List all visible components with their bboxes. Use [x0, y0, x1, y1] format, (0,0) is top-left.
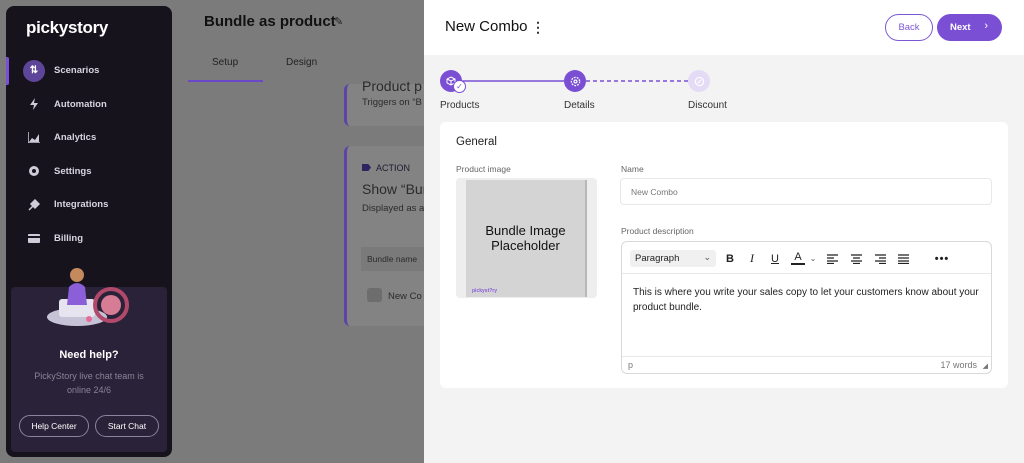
sidebar-item-analytics[interactable]: Analytics: [6, 121, 172, 155]
step-discount-label: Discount: [688, 100, 727, 111]
step-details-icon[interactable]: [564, 70, 586, 92]
sidebar-item-label: Settings: [54, 165, 92, 177]
editor-statusbar: p 17 words ◢: [622, 356, 991, 373]
placeholder-brand: pickyst?ry: [472, 288, 498, 294]
panel-title: New Combo: [445, 18, 528, 35]
card-icon: [26, 230, 42, 246]
trigger-card[interactable]: Product p Triggers on “B: [344, 78, 434, 126]
edit-icon[interactable]: ✎: [334, 15, 343, 28]
help-title: Need help?: [59, 349, 119, 361]
sidebar-item-label: Automation: [54, 98, 107, 110]
trigger-card-title: Product p: [362, 78, 422, 94]
bold-icon[interactable]: B: [723, 250, 737, 267]
text-color-icon[interactable]: A: [791, 250, 805, 265]
sidebar-item-automation[interactable]: Automation: [6, 88, 172, 122]
italic-icon[interactable]: I: [745, 250, 759, 267]
sidebar-item-label: Analytics: [54, 132, 97, 144]
sidebar-item-label: Integrations: [54, 199, 109, 211]
step-products-label: Products: [440, 100, 480, 111]
placeholder-text: Bundle Image Placeholder: [485, 223, 566, 253]
more-tools-icon[interactable]: •••: [934, 250, 950, 267]
chevron-down-icon: ⌄: [703, 252, 711, 262]
scenarios-icon: ⇅: [23, 59, 45, 82]
word-count: 17 words: [940, 360, 977, 370]
chevron-down-icon[interactable]: ⌄: [808, 250, 818, 267]
gear-icon: [26, 163, 42, 179]
bundle-row-name[interactable]: New Co: [388, 291, 422, 302]
pickystory-logo: pickystory: [26, 18, 109, 37]
format-select-value: Paragraph: [635, 253, 680, 264]
underline-icon[interactable]: U: [768, 250, 782, 267]
description-editor: Paragraph ⌄ B I U A ⌄ ••• This is where …: [621, 241, 992, 374]
step-discount-icon[interactable]: [688, 70, 710, 92]
help-box: Need help? PickyStory live chat team is …: [11, 268, 167, 452]
align-left-icon[interactable]: [825, 250, 839, 267]
bundle-image-placeholder: Bundle Image Placeholder pickyst?ry: [466, 180, 587, 297]
sidebar-item-integrations[interactable]: Integrations: [6, 188, 172, 222]
panel-header: New Combo ⋮ Back Next ›: [424, 0, 1024, 55]
sidebar-item-settings[interactable]: Settings: [6, 155, 172, 189]
help-center-button[interactable]: Help Center: [19, 415, 89, 437]
bundle-thumbnail: [367, 288, 382, 302]
back-button[interactable]: Back: [885, 14, 933, 41]
tag-icon: [362, 164, 371, 171]
next-button[interactable]: Next ›: [937, 14, 1002, 41]
action-card[interactable]: ACTION Show “Bun Displayed as a Bundle n…: [344, 146, 437, 326]
product-image-label: Product image: [456, 164, 511, 174]
general-title: General: [456, 136, 497, 148]
help-subtitle: PickyStory live chat team is online 24/6: [34, 371, 144, 395]
tab-setup[interactable]: Setup: [212, 57, 238, 68]
description-label: Product description: [621, 226, 694, 236]
tab-design[interactable]: Design: [286, 57, 317, 68]
element-path[interactable]: p: [628, 360, 633, 370]
name-label: Name: [621, 164, 644, 174]
more-options-icon[interactable]: ⋮: [531, 19, 545, 36]
next-button-label: Next: [950, 22, 971, 33]
active-tab-indicator: [188, 80, 263, 82]
name-field[interactable]: New Combo: [620, 178, 992, 205]
sidebar-item-scenarios[interactable]: ⇅ Scenarios: [6, 54, 172, 88]
step-details-label: Details: [564, 100, 595, 111]
align-center-icon[interactable]: [849, 250, 863, 267]
sidebar-item-label: Scenarios: [54, 65, 100, 77]
sidebar-nav: ⇅ Scenarios Automation Analytics Setting…: [6, 54, 172, 255]
resize-handle-icon[interactable]: ◢: [983, 362, 988, 370]
align-justify-icon[interactable]: [896, 250, 910, 267]
chart-icon: [26, 130, 42, 146]
action-card-subtitle: Displayed as a: [362, 203, 425, 214]
sidebar: pickystory ⇅ Scenarios Automation Analyt…: [6, 6, 172, 457]
action-card-title: Show “Bun: [362, 181, 431, 197]
step-check-icon: ✓: [453, 80, 466, 93]
action-tag: ACTION: [362, 163, 410, 173]
lightning-icon: [26, 96, 42, 112]
trigger-card-subtitle: Triggers on “B: [362, 97, 422, 108]
page-title: Bundle as product: [204, 13, 336, 30]
product-image-upload[interactable]: Bundle Image Placeholder pickyst?ry: [456, 178, 597, 298]
chevron-right-icon: ›: [984, 20, 988, 32]
general-card: General Product image Bundle Image Place…: [440, 122, 1008, 388]
column-header-bundle-name: Bundle name: [367, 254, 418, 264]
sidebar-item-label: Billing: [54, 232, 84, 244]
description-text[interactable]: This is where you write your sales copy …: [633, 285, 983, 315]
editor-toolbar: Paragraph ⌄ B I U A ⌄ •••: [622, 242, 991, 274]
plug-icon: [26, 197, 42, 213]
sidebar-item-billing[interactable]: Billing: [6, 222, 172, 256]
format-select[interactable]: Paragraph ⌄: [630, 250, 716, 267]
start-chat-button[interactable]: Start Chat: [95, 415, 159, 437]
align-right-icon[interactable]: [873, 250, 887, 267]
support-illustration: [47, 268, 129, 326]
